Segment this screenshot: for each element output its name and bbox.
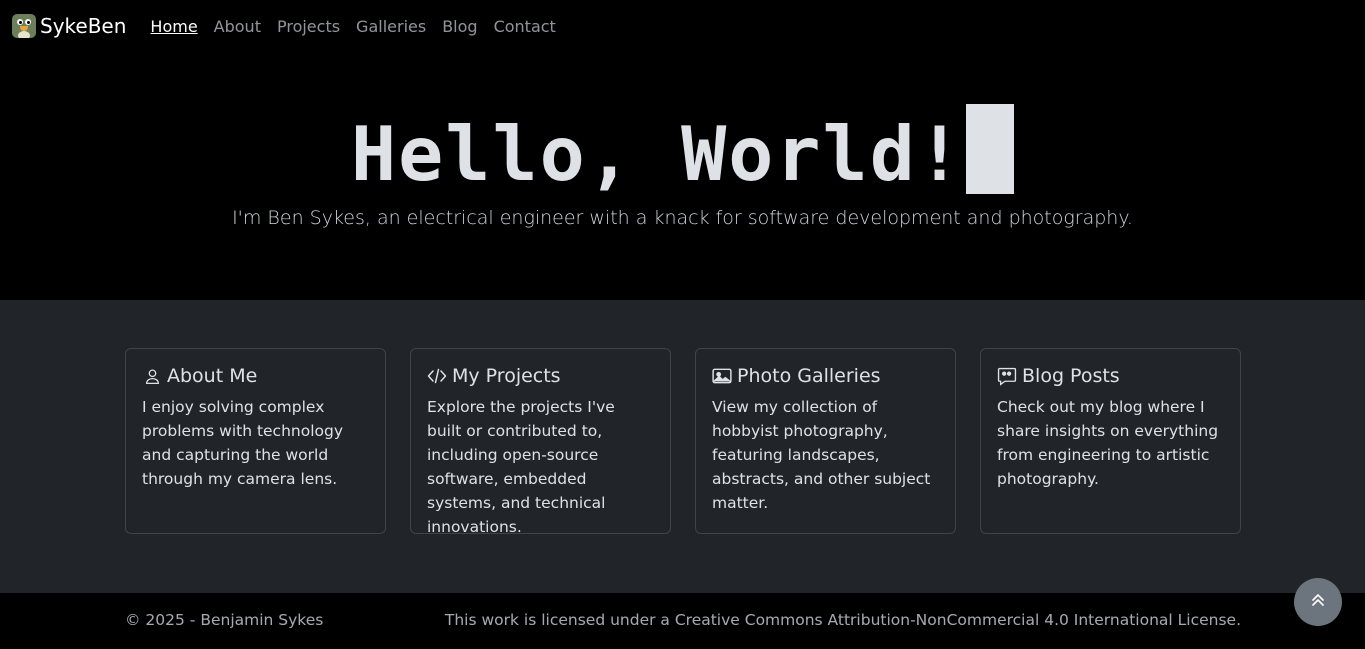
navbar: SykeBen Home About Projects Galleries Bl… (0, 0, 1365, 52)
cards-section: About Me I enjoy solving complex problem… (0, 300, 1365, 593)
hero-subtitle: I'm Ben Sykes, an electrical engineer wi… (232, 207, 1133, 229)
quote-bubble-icon (997, 366, 1017, 386)
penguin-logo-icon (12, 14, 36, 38)
image-icon (712, 366, 732, 386)
hero-title-text: Hello, World! (351, 110, 964, 198)
copyright-text: © 2025 - Benjamin Sykes (125, 611, 324, 629)
nav-links: Home About Projects Galleries Blog Conta… (142, 17, 563, 36)
code-icon (427, 366, 447, 386)
brand-link[interactable]: SykeBen (12, 14, 126, 38)
person-icon (142, 366, 162, 386)
nav-link-about[interactable]: About (206, 17, 269, 36)
card-title-row: About Me (142, 365, 369, 387)
back-to-top-button[interactable] (1294, 578, 1342, 626)
nav-link-home[interactable]: Home (142, 17, 205, 36)
card-text: View my collection of hobbyist photograp… (712, 398, 931, 512)
card-about-me[interactable]: About Me I enjoy solving complex problem… (125, 348, 386, 534)
hero-title: Hello, World! (0, 104, 1365, 194)
nav-link-contact[interactable]: Contact (486, 17, 564, 36)
card-title: My Projects (452, 365, 561, 387)
nav-link-blog[interactable]: Blog (434, 17, 485, 36)
license-text: This work is licensed under a Creative C… (444, 611, 1241, 629)
card-title: About Me (167, 365, 258, 387)
card-text: Explore the projects I've built or contr… (427, 398, 615, 536)
card-photo-galleries[interactable]: Photo Galleries View my collection of ho… (695, 348, 956, 534)
typing-cursor (966, 104, 1014, 194)
nav-link-projects[interactable]: Projects (269, 17, 348, 36)
nav-link-galleries[interactable]: Galleries (348, 17, 434, 36)
brand-name: SykeBen (40, 14, 127, 38)
card-title-row: Photo Galleries (712, 365, 939, 387)
card-title: Photo Galleries (737, 365, 881, 387)
card-blog-posts[interactable]: Blog Posts Check out my blog where I sha… (980, 348, 1241, 534)
hero-section: Hello, World! I'm Ben Sykes, an electric… (0, 52, 1365, 300)
card-text: Check out my blog where I share insights… (997, 398, 1219, 488)
card-title-row: My Projects (427, 365, 654, 387)
card-my-projects[interactable]: My Projects Explore the projects I've bu… (410, 348, 671, 536)
card-title-row: Blog Posts (997, 365, 1224, 387)
footer: © 2025 - Benjamin Sykes This work is lic… (0, 593, 1365, 649)
double-chevron-up-icon (1310, 592, 1326, 612)
card-text: I enjoy solving complex problems with te… (142, 398, 344, 488)
card-title: Blog Posts (1022, 365, 1120, 387)
